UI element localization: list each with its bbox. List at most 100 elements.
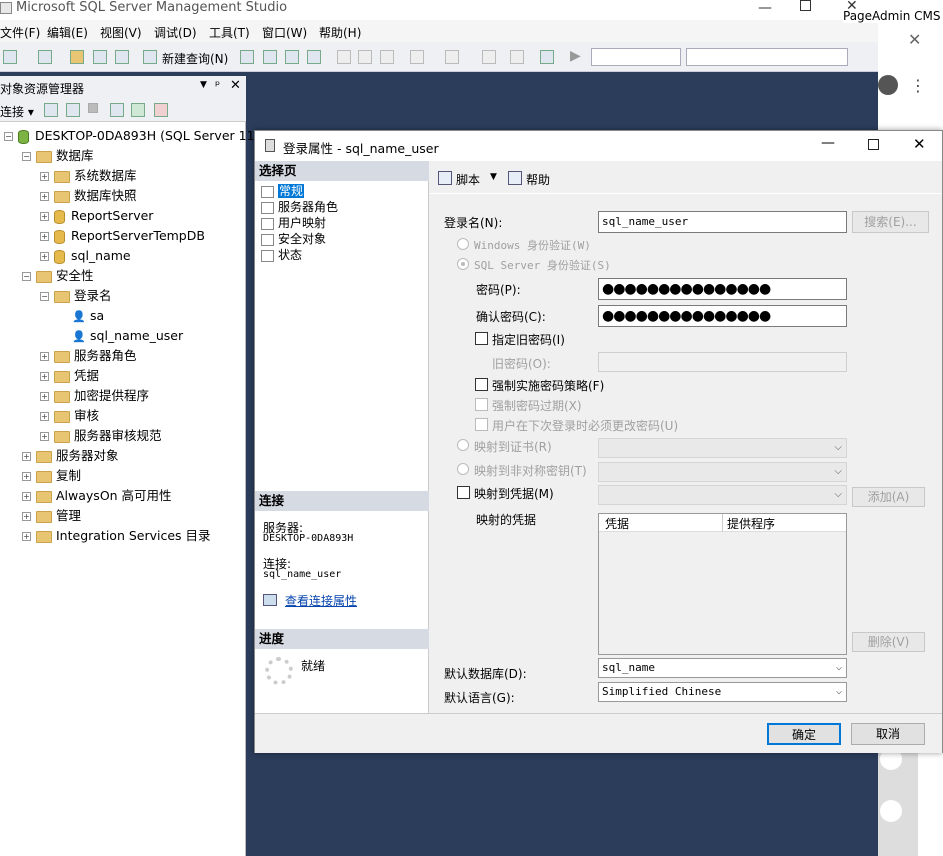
menu-help[interactable]: 帮助(H) (319, 24, 361, 41)
disconnect-icon[interactable] (66, 103, 80, 117)
filter-icon[interactable] (110, 103, 124, 117)
tree-node[interactable]: − 登录名 (40, 286, 112, 306)
tree-node[interactable]: + 服务器对象 (22, 446, 119, 466)
collapse-icon[interactable]: − (22, 272, 31, 281)
collapse-icon[interactable]: − (4, 132, 13, 141)
undo-icon[interactable] (410, 50, 424, 64)
browser-close-icon[interactable]: ✕ (908, 30, 921, 49)
navigate-icon[interactable] (482, 50, 496, 64)
expand-icon[interactable]: + (22, 452, 31, 461)
tree-node[interactable]: + Integration Services 目录 (22, 526, 211, 546)
expand-icon[interactable]: + (40, 232, 49, 241)
map-credential-checkbox[interactable] (457, 486, 470, 499)
collapse-icon[interactable]: − (40, 292, 49, 301)
menu-debug[interactable]: 调试(D) (154, 24, 197, 41)
tree-node[interactable]: − 数据库 (22, 146, 94, 166)
expand-icon[interactable]: + (40, 212, 49, 221)
menu-tools[interactable]: 工具(T) (209, 24, 250, 41)
platform-combo[interactable] (686, 48, 848, 66)
expand-icon[interactable]: + (22, 512, 31, 521)
new-query-button[interactable]: 新建查询(N) (162, 50, 228, 67)
password-field[interactable]: ●●●●●●●●●●●●●●● (598, 278, 847, 300)
default-database-select[interactable]: sql_name ⌵ (598, 658, 847, 678)
specify-old-password-checkbox[interactable] (475, 332, 488, 345)
sql-auth-radio[interactable] (457, 258, 469, 270)
expand-icon[interactable]: + (40, 412, 49, 421)
column-credential[interactable]: 凭据 (605, 515, 629, 532)
tree-node[interactable]: + 系统数据库 (40, 166, 137, 186)
save-icon[interactable] (93, 50, 107, 64)
expand-icon[interactable]: + (40, 392, 49, 401)
connect-button[interactable]: 连接 ▾ (0, 103, 34, 120)
dialog-maximize-icon[interactable] (868, 139, 879, 150)
tree-node[interactable]: + 加密提供程序 (40, 386, 149, 406)
enforce-expiration-checkbox[interactable] (475, 398, 488, 411)
tree-node[interactable]: + 复制 (22, 466, 81, 486)
expand-icon[interactable]: + (22, 532, 31, 541)
new-project-icon[interactable] (3, 50, 17, 64)
expand-icon[interactable]: + (40, 252, 49, 261)
dialog-minimize-icon[interactable]: — (821, 135, 835, 151)
tree-node[interactable]: + AlwaysOn 高可用性 (22, 486, 172, 506)
map-certificate-radio[interactable] (457, 439, 469, 451)
new-query-icon[interactable] (143, 50, 157, 64)
layout-icon[interactable] (38, 50, 52, 64)
tree-node[interactable]: + 数据库快照 (40, 186, 137, 206)
enforce-policy-checkbox[interactable] (475, 378, 488, 391)
more-options-icon[interactable]: ⋮ (910, 76, 926, 95)
paste-icon[interactable] (380, 50, 394, 64)
page-status[interactable]: 状态 (261, 247, 302, 263)
add-credential-button[interactable]: 添加(A) (852, 487, 925, 507)
tree-node[interactable]: + ReportServerTempDB (40, 226, 205, 246)
solution-config-combo[interactable] (591, 48, 681, 66)
cancel-button[interactable]: 取消 (851, 723, 925, 745)
expand-icon[interactable]: + (22, 492, 31, 501)
execute-icon[interactable]: ▶ (570, 48, 581, 64)
tree-node[interactable]: + 审核 (40, 406, 99, 426)
tree-node[interactable]: + 管理 (22, 506, 81, 526)
open-icon[interactable] (70, 50, 84, 64)
query-icon-1[interactable] (240, 50, 254, 64)
script-button[interactable]: 脚本 (456, 171, 480, 188)
ok-button[interactable]: 确定 (767, 723, 841, 745)
dropdown-icon[interactable]: ▼ (200, 80, 207, 90)
query-icon-3[interactable] (285, 50, 299, 64)
wechat-icon[interactable] (880, 800, 902, 822)
tree-node[interactable]: + 服务器角色 (40, 346, 137, 366)
tree-node[interactable]: 👤 sql_name_user (72, 326, 183, 346)
copy-icon[interactable] (358, 50, 372, 64)
redo-icon[interactable] (445, 50, 459, 64)
maximize-icon[interactable] (800, 0, 811, 11)
connect-icon[interactable] (44, 103, 58, 117)
asymmetric-key-select[interactable]: ⌵ (598, 462, 847, 482)
default-language-select[interactable]: Simplified Chinese ⌵ (598, 682, 847, 702)
expand-icon[interactable]: + (40, 172, 49, 181)
expand-icon[interactable]: + (40, 372, 49, 381)
activity-monitor-icon[interactable] (154, 103, 168, 117)
mapped-credentials-grid[interactable]: 凭据 提供程序 (598, 513, 847, 655)
tree-node[interactable]: − 安全性 (22, 266, 94, 286)
expand-icon[interactable]: + (40, 192, 49, 201)
login-name-field[interactable]: sql_name_user (598, 211, 847, 233)
menu-view[interactable]: 视图(V) (100, 24, 142, 41)
page-user-mapping[interactable]: 用户映射 (261, 215, 326, 231)
expand-icon[interactable]: + (22, 472, 31, 481)
confirm-password-field[interactable]: ●●●●●●●●●●●●●●● (598, 305, 847, 327)
tree-node[interactable]: 👤 sa (72, 306, 104, 326)
page-general[interactable]: 常规 (261, 183, 305, 199)
cut-icon[interactable] (337, 50, 351, 64)
certificate-select[interactable]: ⌵ (598, 438, 847, 458)
tree-node[interactable]: + 凭据 (40, 366, 99, 386)
save-all-icon[interactable] (115, 50, 129, 64)
minimize-icon[interactable]: — (758, 0, 772, 16)
tree-node[interactable]: + 服务器审核规范 (40, 426, 162, 446)
tree-node[interactable]: + sql_name (40, 246, 131, 266)
menu-window[interactable]: 窗口(W) (262, 24, 307, 41)
must-change-checkbox[interactable] (475, 418, 488, 431)
page-server-roles[interactable]: 服务器角色 (261, 199, 338, 215)
pin-icon[interactable]: ᵖ (215, 78, 220, 92)
expand-icon[interactable]: + (40, 352, 49, 361)
stop-icon[interactable] (88, 103, 98, 113)
tree-node[interactable]: + ReportServer (40, 206, 153, 226)
account-icon[interactable] (878, 75, 898, 95)
